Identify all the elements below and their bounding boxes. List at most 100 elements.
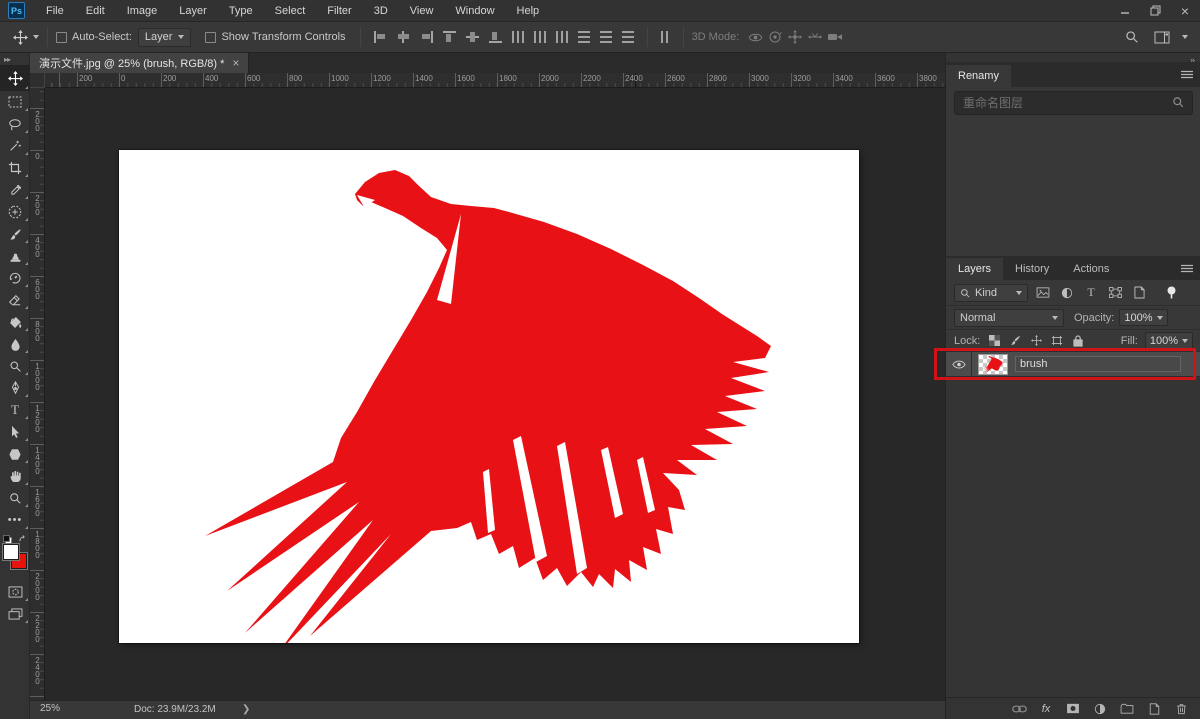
toolbar-collapse-icon[interactable]: ▸▸ (0, 53, 29, 65)
vertical-ruler[interactable]: 2000200400600800100012001400160018002000… (30, 88, 45, 700)
align-right-edges-icon[interactable] (420, 31, 433, 43)
quick-selection-tool[interactable] (0, 135, 30, 157)
filter-shape-icon[interactable] (1106, 285, 1124, 301)
layers-menu-icon[interactable] (1181, 264, 1193, 273)
blend-mode-dropdown[interactable]: Normal (954, 309, 1064, 327)
dodge-tool[interactable] (0, 355, 30, 377)
distribute-bottom-edges-icon[interactable] (556, 31, 568, 43)
hand-tool[interactable] (0, 465, 30, 487)
brush-tool[interactable] (0, 223, 30, 245)
distribute-right-edges-icon[interactable] (622, 31, 634, 43)
link-layers-icon[interactable] (1011, 701, 1027, 717)
auto-select-checkbox[interactable] (56, 32, 67, 43)
fill-value-field[interactable]: 100% (1145, 332, 1193, 349)
adjustment-layer-icon[interactable] (1092, 701, 1108, 717)
restore-button[interactable] (1140, 0, 1170, 21)
align-horizontal-centers-icon[interactable] (397, 31, 410, 43)
healing-brush-tool[interactable] (0, 201, 30, 223)
add-mask-icon[interactable] (1065, 701, 1081, 717)
align-bottom-edges-icon[interactable] (489, 31, 502, 43)
lock-transparency-icon[interactable] (987, 333, 1001, 349)
visibility-eye-icon[interactable] (946, 352, 972, 376)
shape-tool[interactable] (0, 443, 30, 465)
menu-item-type[interactable]: Type (218, 5, 264, 17)
document-canvas[interactable] (119, 150, 859, 643)
align-top-edges-icon[interactable] (443, 31, 456, 43)
minimize-button[interactable] (1110, 0, 1140, 21)
menu-item-3d[interactable]: 3D (363, 5, 399, 17)
renamy-search-field[interactable] (954, 91, 1193, 115)
blur-tool[interactable] (0, 333, 30, 355)
filter-kind-dropdown[interactable]: Kind (954, 284, 1028, 302)
horizontal-ruler[interactable]: 2000200400600800100012001400160018002000… (45, 73, 945, 88)
quick-mask-icon[interactable] (0, 581, 30, 603)
clone-stamp-tool[interactable] (0, 245, 30, 267)
move-tool-preset-icon[interactable] (10, 27, 30, 47)
screen-mode-icon[interactable] (0, 603, 30, 625)
eyedropper-tool[interactable] (0, 179, 30, 201)
lock-all-icon[interactable] (1071, 333, 1085, 349)
edit-toolbar-ellipsis-icon[interactable]: ••• (0, 509, 30, 531)
eraser-tool[interactable] (0, 289, 30, 311)
new-group-icon[interactable] (1119, 701, 1135, 717)
foreground-color-swatch[interactable] (3, 544, 19, 560)
tab-actions[interactable]: Actions (1061, 258, 1121, 280)
paint-bucket-tool[interactable] (0, 311, 30, 333)
workspace-chevron-icon[interactable] (1182, 35, 1188, 39)
align-vertical-centers-icon[interactable] (466, 31, 479, 43)
zoom-level-field[interactable]: 25% (40, 703, 80, 717)
menu-item-edit[interactable]: Edit (75, 5, 116, 17)
menu-item-window[interactable]: Window (444, 5, 505, 17)
filter-adjustment-icon[interactable] (1058, 285, 1076, 301)
layer-style-fx-icon[interactable]: fx (1038, 701, 1054, 717)
document-tab[interactable]: 演示文件.jpg @ 25% (brush, RGB/8) * × (30, 53, 249, 73)
auto-select-target-dropdown[interactable]: Layer (138, 28, 192, 47)
3d-slide-icon[interactable] (805, 27, 825, 47)
path-selection-tool[interactable] (0, 421, 30, 443)
renamy-search-input[interactable] (955, 96, 1172, 110)
renamy-search-icon[interactable] (1172, 96, 1184, 111)
status-flyout-chevron-icon[interactable]: ❯ (242, 704, 250, 715)
distribute-spacing-icon[interactable] (661, 31, 670, 43)
lock-pixels-icon[interactable] (1008, 333, 1022, 349)
filter-smart-object-icon[interactable] (1130, 285, 1148, 301)
crop-tool[interactable] (0, 157, 30, 179)
filter-image-icon[interactable] (1034, 285, 1052, 301)
renamy-menu-icon[interactable] (1181, 70, 1193, 79)
lock-artboard-icon[interactable] (1050, 333, 1064, 349)
layer-thumbnail-brush[interactable] (978, 354, 1008, 375)
3d-orbit-icon[interactable] (745, 27, 765, 47)
zoom-tool[interactable] (0, 487, 30, 509)
delete-layer-icon[interactable] (1173, 701, 1189, 717)
layer-name-brush[interactable]: brush (1015, 356, 1181, 372)
layer-row-brush[interactable]: brush (946, 352, 1200, 377)
tool-preset-chevron-icon[interactable] (33, 35, 39, 39)
menu-item-filter[interactable]: Filter (316, 5, 362, 17)
3d-drag-icon[interactable] (785, 27, 805, 47)
distribute-horizontal-centers-icon[interactable] (600, 31, 612, 43)
new-layer-icon[interactable] (1146, 701, 1162, 717)
tab-renamy[interactable]: Renamy (946, 65, 1011, 87)
swap-colors-icon[interactable] (18, 535, 27, 547)
distribute-top-edges-icon[interactable] (512, 31, 524, 43)
lock-position-icon[interactable] (1029, 333, 1043, 349)
workspace-switcher-icon[interactable] (1152, 27, 1172, 47)
menu-item-file[interactable]: File (35, 5, 75, 17)
tab-layers[interactable]: Layers (946, 258, 1003, 280)
filter-pin-toggle-icon[interactable] (1162, 285, 1180, 301)
align-left-edges-icon[interactable] (374, 31, 387, 43)
history-brush-tool[interactable] (0, 267, 30, 289)
opacity-value-field[interactable]: 100% (1119, 309, 1167, 326)
menu-item-view[interactable]: View (399, 5, 445, 17)
menu-item-layer[interactable]: Layer (168, 5, 218, 17)
3d-camera-icon[interactable] (825, 27, 845, 47)
canvas-viewport[interactable] (45, 88, 945, 700)
distribute-left-edges-icon[interactable] (578, 31, 590, 43)
tab-history[interactable]: History (1003, 258, 1061, 280)
3d-roll-icon[interactable] (765, 27, 785, 47)
menu-item-select[interactable]: Select (264, 5, 317, 17)
type-tool[interactable]: T (0, 399, 30, 421)
distribute-vertical-centers-icon[interactable] (534, 31, 546, 43)
lasso-tool[interactable] (0, 113, 30, 135)
menu-item-image[interactable]: Image (116, 5, 169, 17)
